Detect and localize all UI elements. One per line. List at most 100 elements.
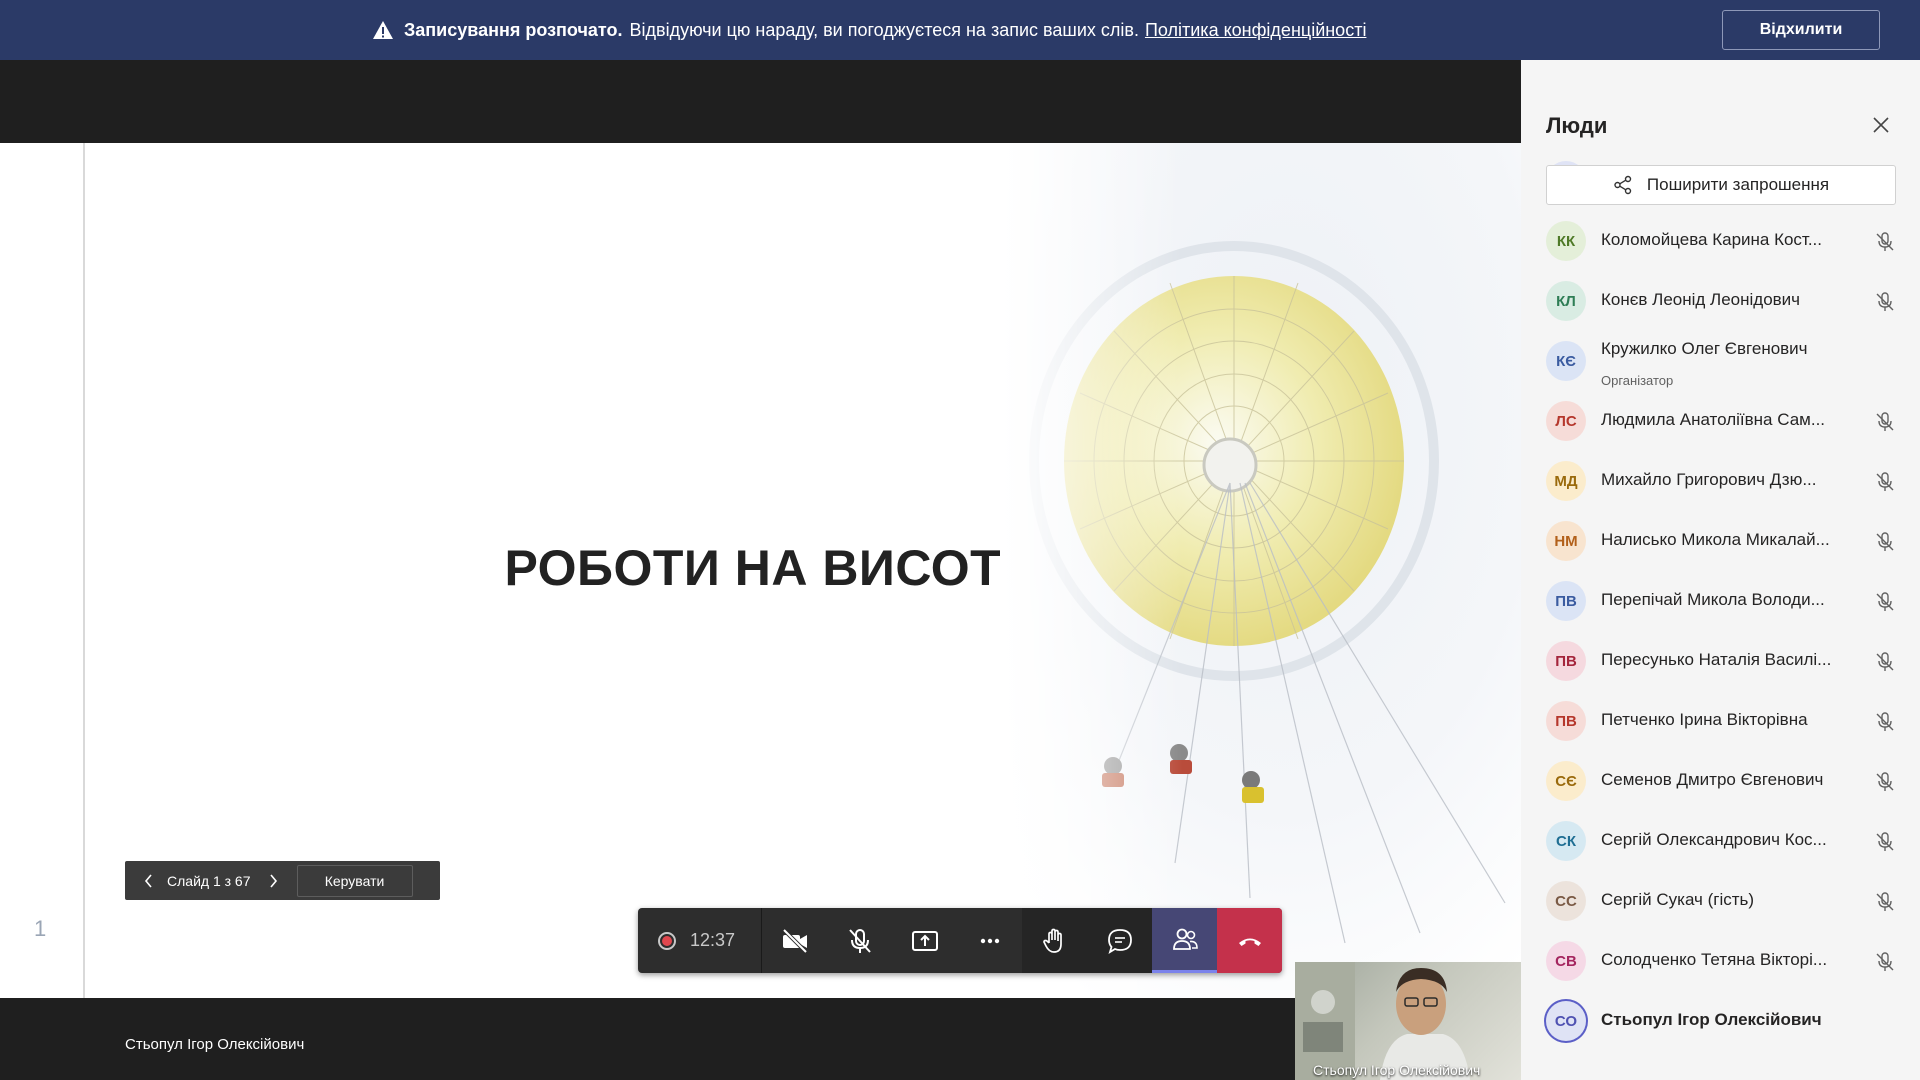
participant-row[interactable]: СС Сергій Сукач (гість) bbox=[1521, 871, 1920, 931]
participant-row[interactable]: КЛ Конєв Леонід Леонідович bbox=[1521, 271, 1920, 331]
avatar: СО bbox=[1546, 1001, 1586, 1041]
mic-off-icon bbox=[848, 928, 871, 953]
participant-row[interactable]: СВ Солодченко Тетяна Вікторі... bbox=[1521, 931, 1920, 991]
raise-hand-button[interactable] bbox=[1022, 908, 1087, 973]
hang-up-icon bbox=[1238, 938, 1261, 946]
avatar: СК bbox=[1546, 821, 1586, 861]
dome-climbers-image bbox=[1000, 143, 1521, 998]
participant-name: Кружилко Олег Євгенович bbox=[1601, 339, 1808, 358]
mic-off-icon bbox=[1874, 231, 1896, 253]
raise-hand-icon bbox=[1042, 928, 1062, 953]
avatar: КЄ bbox=[1546, 341, 1586, 381]
participant-name: Стьопул Ігор Олексійович bbox=[1601, 1010, 1822, 1029]
next-slide-button[interactable] bbox=[261, 869, 285, 893]
share-screen-icon bbox=[911, 930, 938, 951]
meeting-controls-bar: 12:37 bbox=[638, 908, 1282, 973]
mic-off-icon bbox=[1874, 591, 1896, 613]
mic-off-icon bbox=[1874, 771, 1896, 793]
avatar: ПВ bbox=[1546, 581, 1586, 621]
more-icon bbox=[980, 938, 999, 943]
camera-toggle-button[interactable] bbox=[762, 908, 827, 973]
share-icon bbox=[1614, 175, 1632, 195]
manage-presentation-button[interactable]: Керувати bbox=[296, 864, 413, 897]
participant-row[interactable]: КК Коломойцева Карина Кост... bbox=[1521, 211, 1920, 271]
participant-name: Конєв Леонід Леонідович bbox=[1601, 290, 1801, 309]
mic-off-icon bbox=[1874, 531, 1896, 553]
recording-started-text: Записування розпочато. bbox=[404, 19, 623, 40]
people-button[interactable] bbox=[1152, 908, 1217, 973]
share-invite-button[interactable]: Поширити запрошення bbox=[1546, 165, 1896, 205]
dismiss-button[interactable]: Відхилити bbox=[1722, 10, 1880, 50]
self-video-preview[interactable]: Стьопул Ігор Олексійович bbox=[1295, 962, 1521, 1080]
leave-call-button[interactable] bbox=[1217, 908, 1282, 973]
previous-slide-button[interactable] bbox=[137, 869, 161, 893]
participant-name: Перепічай Микола Володи... bbox=[1601, 590, 1825, 609]
avatar: СЄ bbox=[1546, 761, 1586, 801]
people-panel: Люди Поширити запрошення ЗОЗаицев Ігор О… bbox=[1521, 60, 1920, 1080]
participant-row[interactable]: КЄ Кружилко Олег Євгенович Організатор bbox=[1521, 331, 1920, 391]
participant-row[interactable]: НМ Налисько Микола Микалай... bbox=[1521, 511, 1920, 571]
avatar: НМ bbox=[1546, 521, 1586, 561]
avatar: ПВ bbox=[1546, 641, 1586, 681]
participant-name: Сергій Сукач (гість) bbox=[1601, 890, 1755, 909]
participant-name: Коломойцева Карина Кост... bbox=[1601, 230, 1823, 249]
mic-toggle-button[interactable] bbox=[827, 908, 892, 973]
mic-off-icon bbox=[1874, 471, 1896, 493]
participant-row[interactable]: СЄ Семенов Дмитро Євгенович bbox=[1521, 751, 1920, 811]
slide-number: 1 bbox=[34, 916, 47, 941]
participant-row[interactable]: СО Стьопул Ігор Олексійович bbox=[1521, 991, 1920, 1051]
chat-button[interactable] bbox=[1087, 908, 1152, 973]
participant-row[interactable]: МД Михайло Григорович Дзю... bbox=[1521, 451, 1920, 511]
participant-name: Налисько Микола Микалай... bbox=[1601, 530, 1830, 549]
participant-name: Семенов Дмитро Євгенович bbox=[1601, 770, 1824, 789]
participant-role: Організатор bbox=[1601, 373, 1674, 388]
camera-off-icon bbox=[782, 928, 807, 953]
participant-name: Людмила Анатоліївна Сам... bbox=[1601, 410, 1826, 429]
mic-off-icon bbox=[1874, 831, 1896, 853]
stage-top-area bbox=[0, 60, 1521, 143]
chevron-left-icon bbox=[144, 873, 152, 888]
recording-consent-text: Відвідуючи цю нараду, ви погоджуєтеся на… bbox=[629, 19, 1139, 40]
panel-title: Люди bbox=[1546, 113, 1608, 138]
close-icon bbox=[1873, 117, 1889, 133]
self-video-label: Стьопул Ігор Олексійович bbox=[1313, 1062, 1481, 1078]
avatar: МД bbox=[1546, 461, 1586, 501]
participant-name: Михайло Григорович Дзю... bbox=[1601, 470, 1817, 489]
chat-icon bbox=[1107, 928, 1132, 954]
slide-margin-line bbox=[83, 143, 85, 998]
mic-off-icon bbox=[1874, 411, 1896, 433]
warning-icon bbox=[373, 21, 393, 39]
participant-name: Сергій Олександрович Кос... bbox=[1601, 830, 1827, 849]
record-icon bbox=[658, 931, 676, 950]
avatar: ПВ bbox=[1546, 701, 1586, 741]
participant-row[interactable]: ЛС Людмила Анатоліївна Сам... bbox=[1521, 391, 1920, 451]
share-invite-label: Поширити запрошення bbox=[1646, 175, 1830, 194]
meeting-timer: 12:37 bbox=[690, 930, 736, 950]
recording-banner: Записування розпочато. Відвідуючи цю нар… bbox=[0, 0, 1920, 60]
avatar: СС bbox=[1546, 881, 1586, 921]
avatar: СВ bbox=[1546, 941, 1586, 981]
recording-notice: Записування розпочато. Відвідуючи цю нар… bbox=[372, 0, 1366, 60]
avatar: КЛ bbox=[1546, 281, 1586, 321]
mic-off-icon bbox=[1874, 891, 1896, 913]
mic-off-icon bbox=[1874, 951, 1896, 973]
people-icon bbox=[1172, 928, 1198, 950]
chevron-right-icon bbox=[269, 873, 277, 888]
mic-off-icon bbox=[1874, 291, 1896, 313]
participant-row[interactable]: ПВ Петченко Ірина Вікторівна bbox=[1521, 691, 1920, 751]
share-screen-button[interactable] bbox=[892, 908, 957, 973]
close-panel-button[interactable] bbox=[1866, 110, 1896, 140]
participant-name: Солодченко Тетяна Вікторі... bbox=[1601, 950, 1828, 969]
presenter-name: Стьопул Ігор Олексійович bbox=[125, 1036, 305, 1053]
slide-counter: Слайд 1 з 67 bbox=[167, 872, 251, 889]
participant-name: Пересунько Наталія Василі... bbox=[1601, 650, 1832, 669]
avatar: КК bbox=[1546, 221, 1586, 261]
more-actions-button[interactable] bbox=[957, 908, 1022, 973]
participant-name: Петченко Ірина Вікторівна bbox=[1601, 710, 1808, 729]
avatar: ЛС bbox=[1546, 401, 1586, 441]
participant-row[interactable]: ПВ Пересунько Наталія Василі... bbox=[1521, 631, 1920, 691]
privacy-policy-link[interactable]: Політика конфіденційності bbox=[1145, 20, 1366, 41]
participant-row[interactable]: СК Сергій Олександрович Кос... bbox=[1521, 811, 1920, 871]
participant-row[interactable]: ПВ Перепічай Микола Володи... bbox=[1521, 571, 1920, 631]
slide-navigator: Слайд 1 з 67 Керувати bbox=[125, 861, 440, 900]
